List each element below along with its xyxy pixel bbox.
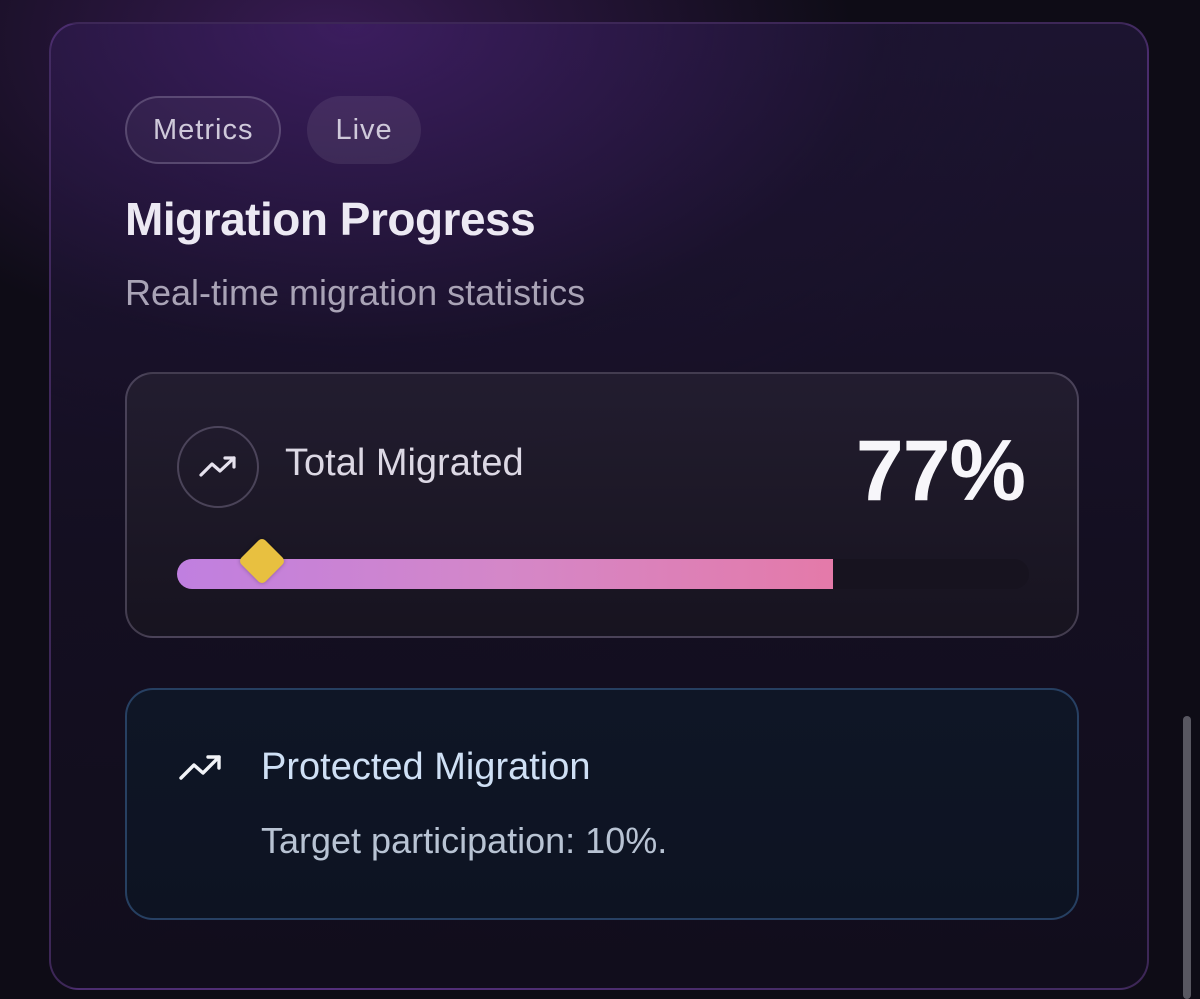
protected-migration-title: Protected Migration bbox=[261, 746, 591, 788]
protected-migration-panel: Protected Migration Target participation… bbox=[125, 688, 1079, 920]
trending-up-icon bbox=[177, 426, 259, 508]
total-migrated-value: 77% bbox=[855, 423, 1026, 519]
total-migrated-panel: Total Migrated 77% bbox=[125, 372, 1079, 638]
chip-row: Metrics Live bbox=[125, 96, 421, 164]
card-title: Migration Progress bbox=[125, 193, 536, 245]
scrollbar[interactable] bbox=[1183, 716, 1191, 999]
total-migrated-label: Total Migrated bbox=[285, 442, 524, 484]
migration-card: Metrics Live Migration Progress Real-tim… bbox=[49, 22, 1149, 990]
metrics-chip[interactable]: Metrics bbox=[125, 96, 282, 164]
trending-up-icon bbox=[179, 755, 221, 780]
page: Metrics Live Migration Progress Real-tim… bbox=[0, 0, 1200, 999]
progress-track bbox=[177, 536, 1029, 589]
card-subtitle: Real-time migration statistics bbox=[125, 272, 586, 313]
live-chip[interactable]: Live bbox=[307, 96, 421, 164]
target-participation-text: Target participation: 10%. bbox=[261, 820, 668, 861]
